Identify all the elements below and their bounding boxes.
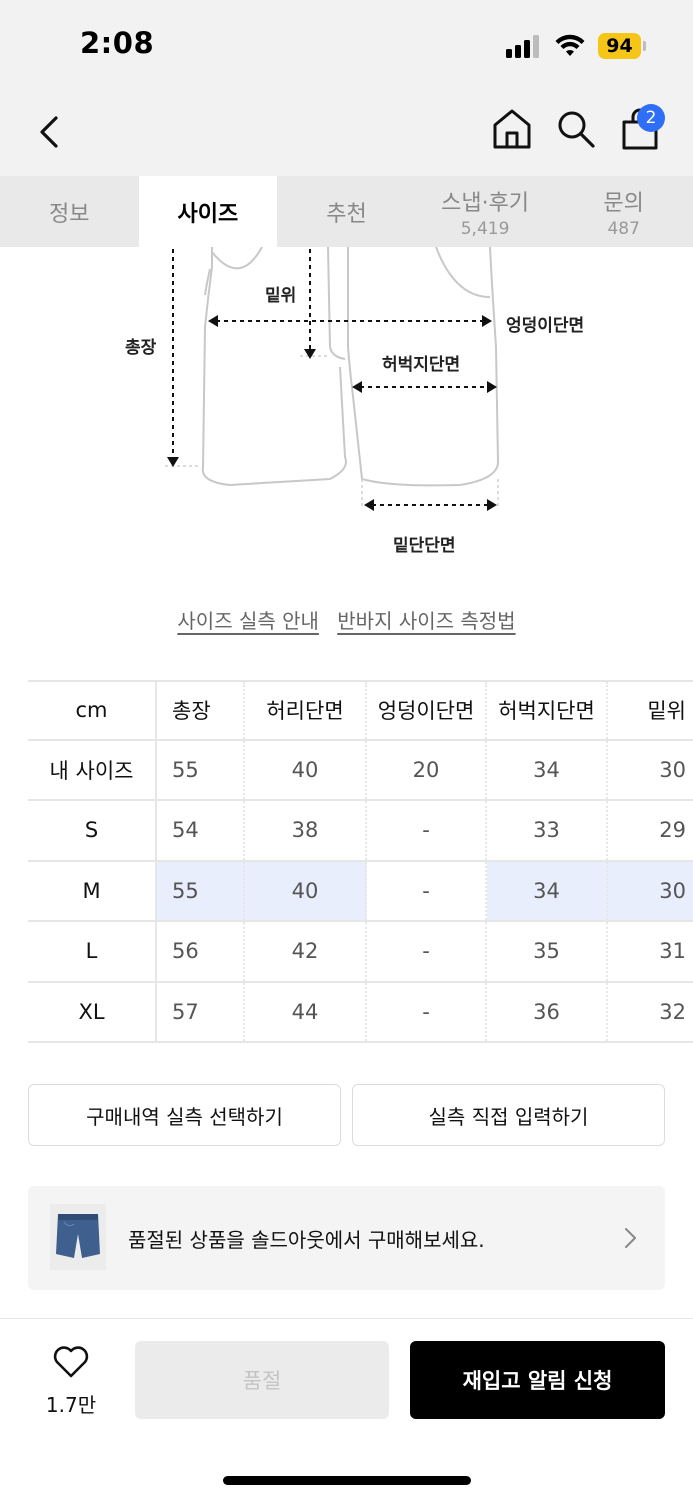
size-guide-links: 사이즈 실측 안내 반바지 사이즈 측정법 xyxy=(0,605,693,634)
tab-label: 스냅·후기 xyxy=(441,190,530,216)
bottom-action-bar: 1.7만 품절 재입고 알림 신청 xyxy=(0,1318,693,1500)
cart-badge: 2 xyxy=(637,104,665,132)
tab-snap-review[interactable]: 스냅·후기 5,419 xyxy=(416,176,555,247)
wifi-icon xyxy=(555,34,585,56)
table-cell: - xyxy=(367,922,487,981)
table-cell: 54 xyxy=(157,801,245,860)
search-icon[interactable] xyxy=(555,108,597,150)
table-header-row: cm 총장 허리단면 엉덩이단면 허벅지단면 밑위 xyxy=(28,680,693,741)
table-cell-highlighted: 34 xyxy=(487,861,608,920)
table-header-cell: 총장 xyxy=(157,682,245,739)
table-header-cell: 허벅지단면 xyxy=(487,682,608,739)
soldout-banner-text: 품절된 상품을 솔드아웃에서 구매해보세요. xyxy=(128,1228,485,1252)
denim-shorts-thumbnail xyxy=(50,1204,106,1270)
chevron-left-icon[interactable] xyxy=(30,110,70,154)
measure-method-link[interactable]: 반바지 사이즈 측정법 xyxy=(337,609,515,633)
like-count: 1.7만 xyxy=(45,1393,97,1417)
home-indicator xyxy=(223,1476,471,1485)
shorts-outline-illustration xyxy=(165,247,500,511)
diagram-label-hem: 밑단단면 xyxy=(393,536,456,556)
table-cell-highlighted: 55 xyxy=(157,861,245,920)
heart-icon xyxy=(53,1346,89,1378)
table-cell: - xyxy=(367,861,487,920)
status-time: 2:08 xyxy=(80,26,155,60)
diagram-label-thigh: 허벅지단면 xyxy=(382,355,461,375)
row-label: M xyxy=(28,861,157,920)
tab-label: 추천 xyxy=(326,201,367,227)
nav-header xyxy=(0,88,693,176)
table-header-cell: cm xyxy=(28,682,157,739)
tab-info[interactable]: 정보 xyxy=(0,176,139,247)
table-cell: 57 xyxy=(157,982,245,1041)
table-row-s: S 54 38 - 33 29 xyxy=(28,801,693,862)
table-cell: - xyxy=(367,982,487,1041)
table-cell: 33 xyxy=(487,801,608,860)
soldout-button: 품절 xyxy=(135,1341,389,1419)
tab-size[interactable]: 사이즈 xyxy=(138,176,278,247)
table-cell: 29 xyxy=(659,818,686,843)
table-cell: - xyxy=(367,801,487,860)
tab-count: 487 xyxy=(607,218,640,239)
battery-tip xyxy=(643,41,646,51)
diagram-label-rise: 밑위 xyxy=(265,286,297,306)
select-purchase-measure-button[interactable]: 구매내역 실측 선택하기 xyxy=(28,1084,341,1146)
manual-measure-input-button[interactable]: 실측 직접 입력하기 xyxy=(352,1084,665,1146)
diagram-label-hip: 엉덩이단면 xyxy=(506,316,585,336)
row-label: XL xyxy=(28,982,157,1041)
soldout-banner[interactable]: 품절된 상품을 솔드아웃에서 구매해보세요. xyxy=(28,1186,665,1290)
like-button[interactable]: 1.7만 xyxy=(38,1345,104,1417)
table-cell: 36 xyxy=(487,982,608,1041)
tab-bar: 정보 사이즈 추천 스냅·후기 5,419 문의 487 xyxy=(0,176,693,247)
table-cell: 32 xyxy=(659,999,686,1024)
restock-alert-button[interactable]: 재입고 알림 신청 xyxy=(410,1341,665,1419)
size-table: cm 총장 허리단면 엉덩이단면 허벅지단면 밑위 내 사이즈 55 40 20… xyxy=(28,680,693,1043)
row-label: S xyxy=(28,801,157,860)
table-row-xl: XL 57 44 - 36 32 xyxy=(28,982,693,1043)
tab-count: 5,419 xyxy=(460,218,510,239)
table-header-cell: 엉덩이단면 xyxy=(367,682,487,739)
table-cell: 56 xyxy=(157,922,245,981)
size-diagram: 밑위 총장 엉덩이단면 허벅지단면 밑단단면 xyxy=(0,247,693,577)
diagram-label-length: 총장 xyxy=(125,338,157,358)
table-cell: 34 xyxy=(487,740,608,799)
battery-indicator: 94 xyxy=(598,33,648,59)
table-cell: 42 xyxy=(245,922,367,981)
status-bar: 2:08 94 xyxy=(0,0,693,88)
tab-inquiry[interactable]: 문의 487 xyxy=(554,176,693,247)
table-cell: 44 xyxy=(245,982,367,1041)
row-label: 내 사이즈 xyxy=(28,740,157,799)
size-guide-link[interactable]: 사이즈 실측 안내 xyxy=(177,609,319,633)
table-cell: 35 xyxy=(487,922,608,981)
table-header-cell: 밑위 xyxy=(647,699,686,724)
table-row-l: L 56 42 - 35 31 xyxy=(28,922,693,983)
table-cell: 55 xyxy=(157,740,245,799)
table-cell: 38 xyxy=(245,801,367,860)
tab-recommend[interactable]: 추천 xyxy=(277,176,416,247)
table-cell: 30 xyxy=(659,757,686,782)
table-row-my-size: 내 사이즈 55 40 20 34 30 xyxy=(28,740,693,801)
table-cell: 20 xyxy=(367,740,487,799)
tab-label: 정보 xyxy=(49,201,90,227)
home-icon[interactable] xyxy=(490,106,534,152)
chevron-right-icon xyxy=(625,1228,636,1248)
battery-level: 94 xyxy=(598,33,641,59)
signal-icon xyxy=(506,34,544,58)
tab-label: 사이즈 xyxy=(177,201,239,227)
table-header-cell: 허리단면 xyxy=(245,682,367,739)
table-cell: 40 xyxy=(245,740,367,799)
tab-label: 문의 xyxy=(603,190,644,216)
table-cell-highlighted: 30 xyxy=(608,861,693,920)
table-cell-highlighted: 40 xyxy=(245,861,367,920)
row-label: L xyxy=(28,922,157,981)
table-row-m: M 55 40 - 34 30 xyxy=(28,861,693,922)
table-cell: 31 xyxy=(659,939,686,964)
